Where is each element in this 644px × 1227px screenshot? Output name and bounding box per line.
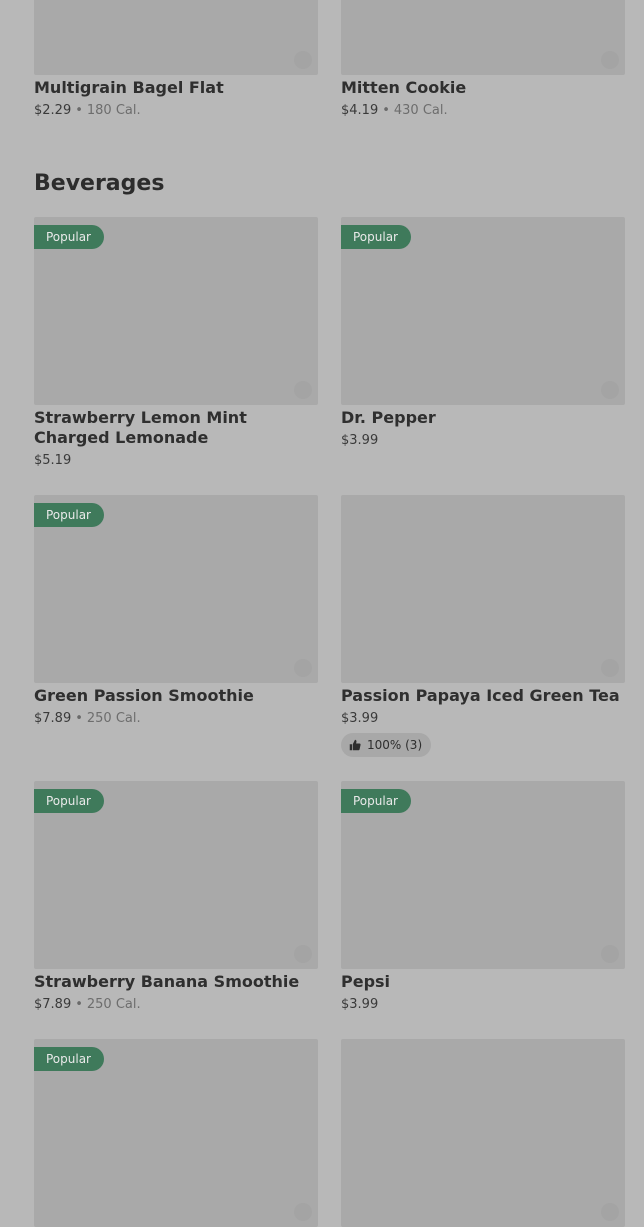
item-image[interactable] [341, 1039, 625, 1227]
menu-item-card[interactable]: Mitten Cookie $4.19 • 430 Cal. [341, 0, 625, 127]
menu-page: Multigrain Bagel Flat $2.29 • 180 Cal. Mit… [0, 0, 644, 1227]
item-price: $7.89 [34, 711, 72, 726]
item-price-calories: $7.89 • 250 Cal. [34, 710, 141, 728]
popular-badge: Popular [34, 789, 104, 813]
separator: • [75, 711, 83, 726]
item-price: $3.99 [341, 996, 378, 1014]
separator: • [75, 997, 83, 1012]
separator: • [382, 103, 390, 118]
menu-item-card[interactable]: Popular [34, 1039, 318, 1227]
menu-item-card[interactable]: Popular Dr. Pepper $3.99 [341, 217, 625, 457]
item-name: Dr. Pepper [341, 408, 436, 427]
item-calories: 250 Cal. [86, 711, 141, 726]
item-price: $4.19 [341, 103, 379, 118]
item-name: Strawberry Lemon Mint Charged Lemonade [34, 408, 247, 447]
item-price-value: $3.99 [341, 711, 379, 726]
item-name: Strawberry Banana Smoothie [34, 972, 300, 991]
item-name: Multigrain Bagel Flat [34, 78, 224, 97]
menu-item-card[interactable]: Multigrain Bagel Flat $2.29 • 180 Cal. [34, 0, 318, 127]
item-price-calories: $7.89 • 250 Cal. [34, 996, 141, 1014]
menu-item-card[interactable] [341, 1039, 625, 1227]
item-price: $7.89 [34, 997, 72, 1012]
menu-item-card[interactable]: Popular Strawberry Lemon Mint Charged Le… [34, 217, 318, 477]
item-name: Green Passion Smoothie [34, 686, 254, 705]
item-price-value: $3.99 [341, 997, 379, 1012]
popular-badge: Popular [34, 503, 104, 527]
item-name: Passion Papaya Iced Green Tea [341, 686, 620, 705]
item-image[interactable] [341, 0, 625, 75]
popular-badge: Popular [34, 1047, 104, 1071]
separator: • [75, 103, 83, 118]
item-price: $3.99 [341, 710, 378, 728]
item-calories: 430 Cal. [393, 103, 448, 118]
popular-badge: Popular [341, 225, 411, 249]
menu-item-card[interactable]: Popular Green Passion Smoothie $7.89 • 250… [34, 495, 318, 735]
item-calories: 250 Cal. [86, 997, 141, 1012]
rating-chip: 100% (3) [341, 733, 432, 757]
menu-item-card[interactable]: Popular Strawberry Banana Smoothie $7.89… [34, 781, 318, 1021]
popular-badge: Popular [34, 225, 104, 249]
rating-text: 100% (3) [367, 738, 423, 752]
item-calories: 180 Cal. [86, 103, 141, 118]
item-image[interactable] [341, 495, 625, 683]
item-price: $2.29 [34, 103, 72, 118]
item-image[interactable] [34, 0, 318, 75]
popular-badge: Popular [341, 789, 411, 813]
item-price-calories: $4.19 • 430 Cal. [341, 102, 448, 120]
section-title: Beverages [34, 171, 165, 196]
item-name: Mitten Cookie [341, 78, 467, 97]
menu-item-card[interactable]: Popular Pepsi $3.99 [341, 781, 625, 1021]
item-name: Pepsi [341, 972, 391, 991]
item-price-value: $5.19 [34, 453, 72, 468]
item-price: $5.19 [34, 452, 71, 470]
item-price: $3.99 [341, 432, 378, 450]
item-price-calories: $2.29 • 180 Cal. [34, 102, 141, 120]
item-price-value: $3.99 [341, 433, 379, 448]
thumbs-up-icon [349, 739, 361, 751]
menu-item-card[interactable]: Passion Papaya Iced Green Tea $3.99 100%… [341, 495, 625, 759]
